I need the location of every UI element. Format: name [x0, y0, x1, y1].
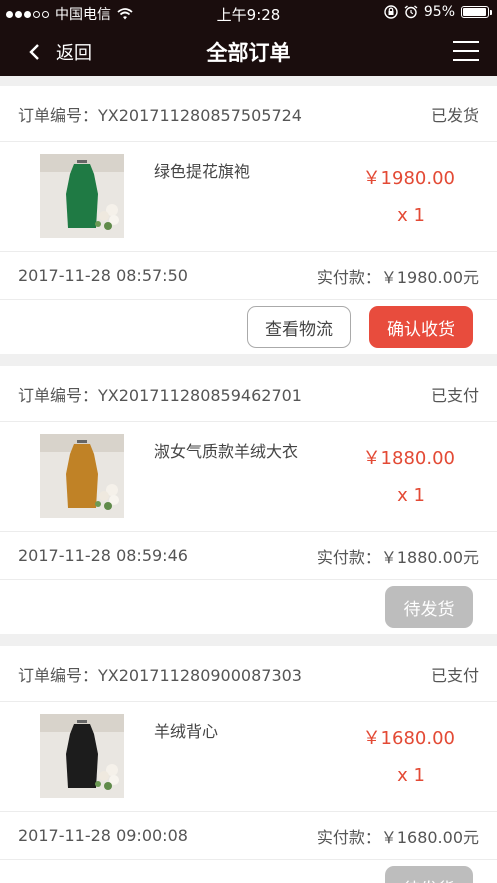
order-time: 2017-11-28 08:59:46 [18, 546, 188, 565]
product-quantity: x 1 [397, 485, 425, 506]
order-number: 订单编号：YX201711280900087303 [18, 665, 302, 685]
product-price: ￥1980.00 [362, 168, 455, 189]
order-card: 订单编号：YX201711280857505724 已发货 绿色提花旗袍 ￥19… [0, 86, 497, 354]
product-quantity: x 1 [397, 765, 425, 786]
order-card: 订单编号：YX201711280859462701 已支付 淑女气质款羊绒大衣 … [0, 366, 497, 634]
order-meta: 2017-11-28 09:00:08 实付款：￥1680.00元 [0, 812, 497, 860]
order-list: 订单编号：YX201711280857505724 已发货 绿色提花旗袍 ￥19… [0, 76, 497, 883]
order-header: 订单编号：YX201711280900087303 已支付 [0, 646, 497, 702]
order-number: 订单编号：YX201711280857505724 [18, 105, 302, 125]
product-price: ￥1880.00 [362, 448, 455, 469]
order-paid-amount: 实付款：￥1980.00元 [316, 267, 479, 287]
confirm-receipt-button[interactable]: 确认收货 [369, 306, 473, 348]
order-actions: 查看物流 确认收货 [0, 300, 497, 354]
back-button[interactable]: 返回 [28, 39, 92, 65]
chevron-left-icon [29, 44, 39, 60]
order-status: 已支付 [430, 665, 479, 685]
alarm-icon [404, 5, 418, 19]
order-header: 订单编号：YX201711280859462701 已支付 [0, 366, 497, 422]
order-status: 已发货 [430, 105, 479, 125]
order-time: 2017-11-28 08:57:50 [18, 266, 188, 285]
product-image[interactable] [40, 434, 124, 518]
view-logistics-button[interactable]: 查看物流 [247, 306, 351, 348]
product-name[interactable]: 羊绒背心 [154, 718, 218, 742]
order-paid-amount: 实付款：￥1680.00元 [316, 827, 479, 847]
status-bar: 中国电信 上午9:28 95% [0, 0, 497, 26]
nav-bar: 返回 全部订单 [0, 26, 497, 76]
order-paid-amount: 实付款：￥1880.00元 [316, 547, 479, 567]
order-card: 订单编号：YX201711280900087303 已支付 羊绒背心 ￥1680… [0, 646, 497, 883]
product-image[interactable] [40, 714, 124, 798]
orientation-lock-icon [384, 5, 398, 19]
order-item[interactable]: 绿色提花旗袍 ￥1980.00 x 1 [0, 142, 497, 252]
product-price: ￥1680.00 [362, 728, 455, 749]
status-right: 95% [384, 4, 492, 20]
order-actions: 待发货 [0, 580, 497, 634]
order-meta: 2017-11-28 08:59:46 实付款：￥1880.00元 [0, 532, 497, 580]
awaiting-shipment-button: 待发货 [385, 866, 473, 883]
menu-icon[interactable] [453, 40, 479, 62]
order-time: 2017-11-28 09:00:08 [18, 826, 188, 845]
order-header: 订单编号：YX201711280857505724 已发货 [0, 86, 497, 142]
order-item[interactable]: 淑女气质款羊绒大衣 ￥1880.00 x 1 [0, 422, 497, 532]
product-image[interactable] [40, 154, 124, 238]
order-status: 已支付 [430, 385, 479, 405]
order-meta: 2017-11-28 08:57:50 实付款：￥1980.00元 [0, 252, 497, 300]
order-actions: 待发货 [0, 860, 497, 883]
order-item[interactable]: 羊绒背心 ￥1680.00 x 1 [0, 702, 497, 812]
awaiting-shipment-button: 待发货 [385, 586, 473, 628]
product-name[interactable]: 绿色提花旗袍 [154, 158, 250, 182]
back-label: 返回 [56, 43, 92, 64]
battery-icon [461, 6, 492, 18]
battery-percent: 95% [423, 4, 455, 20]
order-number: 订单编号：YX201711280859462701 [18, 385, 302, 405]
product-quantity: x 1 [397, 205, 425, 226]
product-name[interactable]: 淑女气质款羊绒大衣 [154, 438, 298, 462]
